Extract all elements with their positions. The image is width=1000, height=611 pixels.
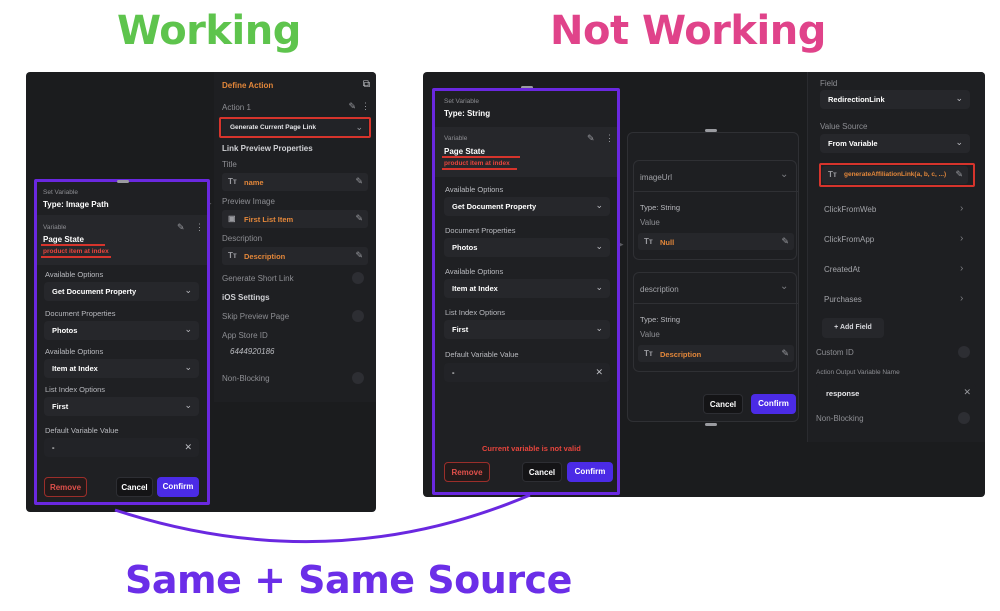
connector-curve xyxy=(114,493,531,544)
same-source-caption: Same + Same Source xyxy=(125,558,572,602)
curve-path xyxy=(114,493,531,544)
